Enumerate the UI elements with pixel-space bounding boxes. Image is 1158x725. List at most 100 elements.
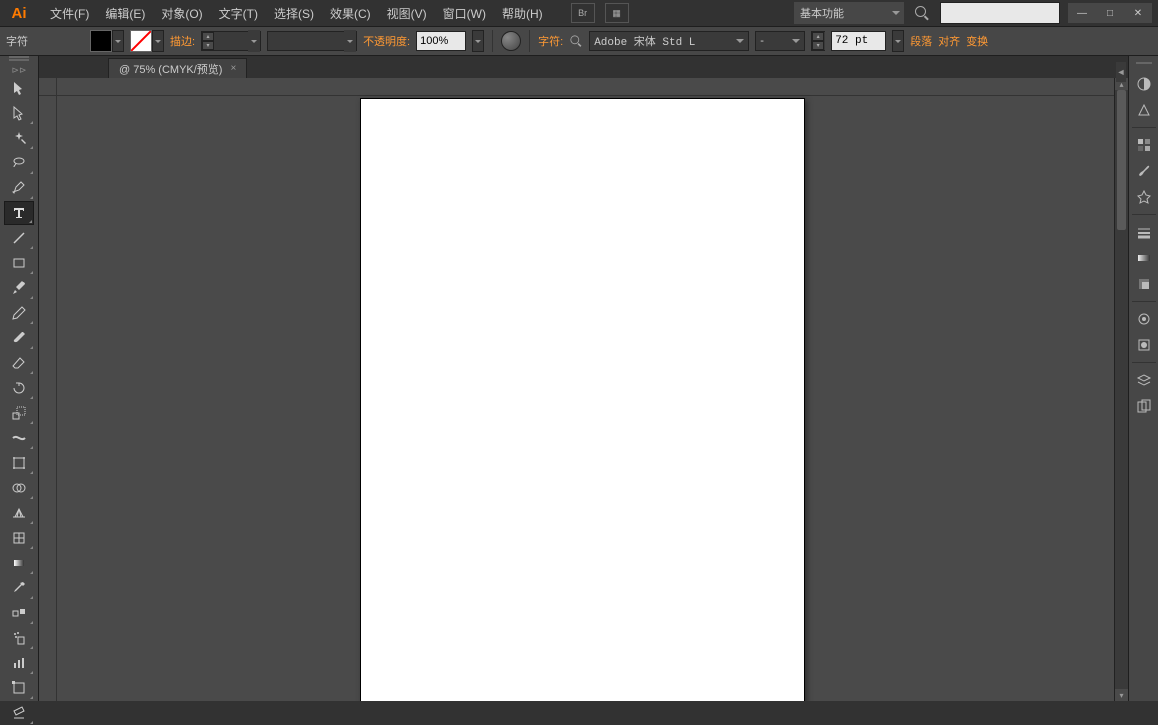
artboards-panel-icon[interactable]: [1132, 394, 1156, 418]
menu-view[interactable]: 视图(V): [379, 0, 435, 26]
selection-tool[interactable]: [4, 76, 34, 100]
paintbrush-tool[interactable]: [4, 276, 34, 300]
font-size-dropdown[interactable]: [892, 30, 904, 52]
font-style-dropdown[interactable]: -: [755, 31, 805, 51]
separator: [529, 30, 530, 52]
appearance-panel-icon[interactable]: [1132, 307, 1156, 331]
color-guide-panel-icon[interactable]: [1132, 98, 1156, 122]
tools-panel: ⊳⊳: [0, 56, 39, 701]
blend-tool[interactable]: [4, 601, 34, 625]
opacity-field[interactable]: 100%: [416, 31, 466, 51]
layers-panel-icon[interactable]: [1132, 368, 1156, 392]
transparency-panel-icon[interactable]: [1132, 272, 1156, 296]
fill-swatch[interactable]: [90, 30, 112, 52]
document-window: ▴ ▾: [39, 78, 1128, 701]
document-setup-icon[interactable]: [501, 31, 521, 51]
symbol-sprayer-tool[interactable]: [4, 626, 34, 650]
width-tool[interactable]: [4, 426, 34, 450]
vertical-ruler[interactable]: [39, 96, 57, 701]
shape-builder-tool[interactable]: [4, 476, 34, 500]
align-label[interactable]: 对齐: [938, 33, 960, 49]
fill-swatch-dropdown[interactable]: [112, 30, 124, 52]
perspective-grid-tool[interactable]: [4, 501, 34, 525]
lasso-tool[interactable]: [4, 151, 34, 175]
document-tab[interactable]: @ 75% (CMYK/预览) ×: [108, 58, 247, 78]
menu-select[interactable]: 选择(S): [266, 0, 322, 26]
vertical-scrollbar[interactable]: ▴ ▾: [1114, 78, 1128, 701]
ruler-origin[interactable]: [39, 78, 57, 96]
brushes-panel-icon[interactable]: [1132, 159, 1156, 183]
font-size-stepper[interactable]: ▴▾: [811, 31, 825, 51]
window-maximize[interactable]: □: [1096, 3, 1124, 23]
canvas-viewport[interactable]: [57, 96, 1114, 701]
character-label[interactable]: 字符:: [538, 33, 563, 49]
font-family-dropdown[interactable]: Adobe 宋体 Std L: [589, 31, 749, 51]
stroke-label[interactable]: 描边:: [170, 33, 195, 49]
variable-width-profile[interactable]: [267, 31, 357, 51]
eyedropper-tool[interactable]: [4, 576, 34, 600]
scroll-down-arrow[interactable]: ▾: [1115, 689, 1128, 701]
font-search-icon[interactable]: [569, 34, 583, 48]
type-tool[interactable]: [4, 201, 34, 225]
stroke-weight-field[interactable]: ▴▾: [201, 31, 261, 51]
window-minimize[interactable]: —: [1068, 3, 1096, 23]
search-input[interactable]: [940, 2, 1060, 24]
dock-grip[interactable]: [1134, 60, 1154, 66]
pen-tool[interactable]: [4, 176, 34, 200]
magic-wand-tool[interactable]: [4, 126, 34, 150]
font-size-field[interactable]: 72 pt: [831, 31, 886, 51]
window-close[interactable]: ✕: [1124, 3, 1152, 23]
slice-tool[interactable]: [4, 701, 34, 725]
stroke-swatch-dropdown[interactable]: [152, 30, 164, 52]
transform-label[interactable]: 变换: [966, 33, 988, 49]
document-tab-strip: @ 75% (CMYK/预览) ×: [0, 56, 1158, 78]
symbols-panel-icon[interactable]: [1132, 185, 1156, 209]
column-graph-tool[interactable]: [4, 651, 34, 675]
rotate-tool[interactable]: [4, 376, 34, 400]
paragraph-label[interactable]: 段落: [910, 33, 932, 49]
menu-help[interactable]: 帮助(H): [494, 0, 551, 26]
artboard-tool[interactable]: [4, 676, 34, 700]
menu-effect[interactable]: 效果(C): [322, 0, 379, 26]
swatches-panel-icon[interactable]: [1132, 133, 1156, 157]
workspace-switcher[interactable]: 基本功能: [794, 2, 904, 24]
rectangle-tool[interactable]: [4, 251, 34, 275]
document-tab-title: @ 75% (CMYK/预览): [119, 61, 222, 77]
control-bar: 字符 描边: ▴▾ 不透明度: 100% 字符: Adobe 宋体 Std L …: [0, 26, 1158, 56]
gradient-panel-icon[interactable]: [1132, 246, 1156, 270]
menu-object[interactable]: 对象(O): [153, 0, 210, 26]
color-panel-icon[interactable]: [1132, 72, 1156, 96]
menu-bar: Ai 文件(F) 编辑(E) 对象(O) 文字(T) 选择(S) 效果(C) 视…: [0, 0, 1158, 26]
pencil-tool[interactable]: [4, 301, 34, 325]
menu-file[interactable]: 文件(F): [42, 0, 97, 26]
opacity-label[interactable]: 不透明度:: [363, 33, 410, 49]
app-logo: Ai: [4, 3, 34, 23]
opacity-dropdown[interactable]: [472, 30, 484, 52]
graphic-styles-panel-icon[interactable]: [1132, 333, 1156, 357]
char-panel-label[interactable]: 字符: [6, 33, 28, 49]
arrange-docs-icon[interactable]: ▦: [605, 3, 629, 23]
scale-tool[interactable]: [4, 401, 34, 425]
scrollbar-thumb[interactable]: [1117, 90, 1126, 230]
free-transform-tool[interactable]: [4, 451, 34, 475]
blob-brush-tool[interactable]: [4, 326, 34, 350]
panel-grip[interactable]: [0, 56, 38, 64]
menu-window[interactable]: 窗口(W): [435, 0, 494, 26]
mesh-tool[interactable]: [4, 526, 34, 550]
right-panel-dock: [1128, 56, 1158, 701]
artboard[interactable]: [360, 98, 805, 701]
stroke-swatch[interactable]: [130, 30, 152, 52]
menu-type[interactable]: 文字(T): [211, 0, 266, 26]
direct-selection-tool[interactable]: [4, 101, 34, 125]
close-tab-icon[interactable]: ×: [230, 63, 236, 74]
toolbox-columns-toggle[interactable]: ⊳⊳: [0, 64, 38, 76]
expand-panels-icon[interactable]: ◄: [1116, 62, 1126, 82]
separator: [492, 30, 493, 52]
eraser-tool[interactable]: [4, 351, 34, 375]
gradient-tool[interactable]: [4, 551, 34, 575]
horizontal-ruler[interactable]: [57, 78, 1114, 96]
bridge-icon[interactable]: Br: [571, 3, 595, 23]
line-segment-tool[interactable]: [4, 226, 34, 250]
stroke-panel-icon[interactable]: [1132, 220, 1156, 244]
menu-edit[interactable]: 编辑(E): [97, 0, 153, 26]
